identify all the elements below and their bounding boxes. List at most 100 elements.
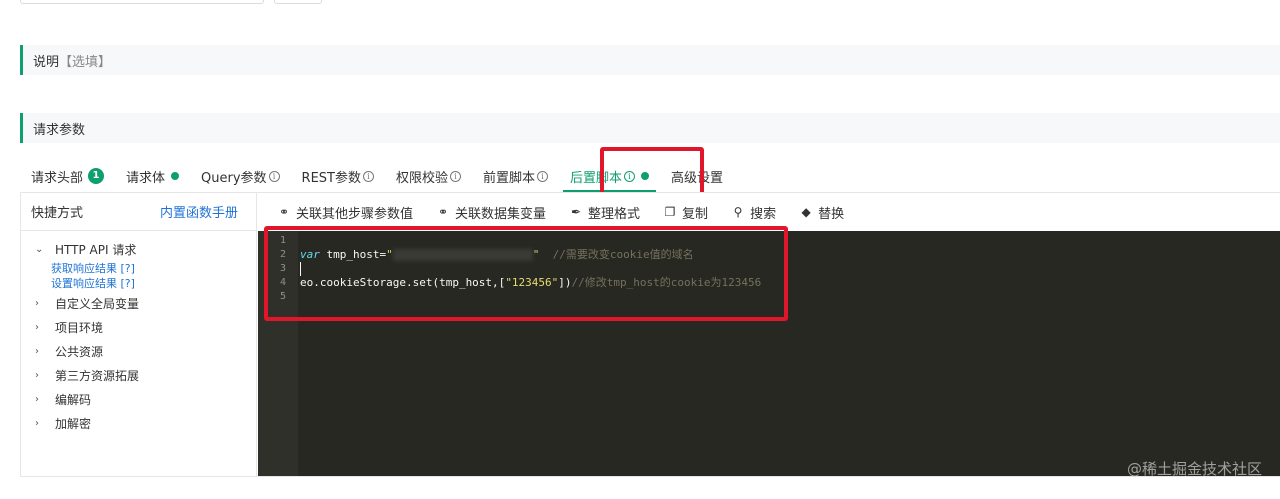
tree-item-label: 公共资源 (55, 344, 104, 359)
shortcut-sidebar: 快捷方式 内置函数手册 ⌄ HTTP API 请求 获取响应结果 [?] 设置响… (21, 193, 257, 476)
line-number: 2 (279, 249, 286, 260)
code-comment: //需要改变cookie值的域名 (539, 248, 694, 261)
section-request-params-title: 请求参数 (33, 122, 86, 138)
tab-label: 请求头部 (31, 170, 84, 186)
tree-item-http-api[interactable]: ⌄ HTTP API 请求 (21, 237, 256, 261)
top-input[interactable] (20, 0, 264, 4)
tool-label: 搜索 (750, 206, 777, 222)
keyword: var (300, 248, 320, 261)
tree-item-label: 第三方资源拓展 (55, 368, 140, 383)
string-token: " (386, 248, 393, 261)
tree-item-label: 项目环境 (55, 320, 104, 335)
text-cursor (300, 262, 301, 276)
search-icon: ⚲ (733, 205, 743, 219)
replace-button[interactable]: ◆ 替换 (798, 203, 844, 222)
param-tabs: 请求头部 1 请求体 Query参数 i REST参数 i 权限校验 i 前置脚… (20, 160, 734, 192)
link-steps-button[interactable]: ⚭ 关联其他步骤参数值 (276, 203, 413, 222)
tree-item-label: 编解码 (55, 392, 92, 407)
tab-label: 后置脚本 (570, 170, 623, 186)
top-button[interactable] (274, 0, 322, 4)
tree-item-label: 自定义全局变量 (55, 296, 140, 311)
sidebar-header: 快捷方式 内置函数手册 (21, 193, 256, 231)
shortcut-tree: ⌄ HTTP API 请求 获取响应结果 [?] 设置响应结果 [?] › 自定… (21, 231, 256, 435)
tool-label: 关联其他步骤参数值 (296, 206, 414, 222)
script-editor: ⚭ 关联其他步骤参数值 ⚭ 关联数据集变量 ✒ 整理格式 ❐ 复制 ⚲ 搜索 ◆… (258, 193, 1280, 476)
tab-request-body[interactable]: 请求体 (115, 160, 190, 192)
code-comment: //修改tmp_host的cookie为123456 (571, 276, 762, 289)
builtin-functions-link[interactable]: 内置函数手册 (160, 202, 238, 221)
tree-item-public-resources[interactable]: › 公共资源 (21, 339, 256, 363)
tree-item-label: HTTP API 请求 (55, 242, 137, 257)
search-button[interactable]: ⚲ 搜索 (730, 203, 776, 222)
tree-sub-set-response[interactable]: 设置响应结果 [?] (21, 276, 256, 291)
status-dot-icon (641, 172, 650, 180)
code-line: 3 (258, 262, 1280, 276)
tab-label: 高级设置 (671, 170, 724, 186)
code-line: 5 (258, 290, 1280, 304)
tree-item-crypto[interactable]: › 加解密 (21, 411, 256, 435)
sidebar-title: 快捷方式 (31, 206, 84, 221)
tab-label: Query参数 (201, 170, 267, 186)
brush-icon: ✒ (571, 205, 582, 219)
editor-toolbar: ⚭ 关联其他步骤参数值 ⚭ 关联数据集变量 ✒ 整理格式 ❐ 复制 ⚲ 搜索 ◆… (258, 193, 1280, 231)
code-token: eo.cookieStorage.set(tmp_host,[ (300, 276, 506, 289)
code-line: 4 eo.cookieStorage.set(tmp_host,["123456… (258, 276, 1280, 290)
tab-rest-params[interactable]: REST参数 i (291, 160, 385, 192)
script-panel: 快捷方式 内置函数手册 ⌄ HTTP API 请求 获取响应结果 [?] 设置响… (20, 192, 1280, 477)
code-area[interactable]: 1 2 var tmp_host=" " //需要改变cookie值的域名 3 4… (258, 231, 1280, 476)
tab-request-headers[interactable]: 请求头部 1 (20, 160, 115, 192)
tab-advanced[interactable]: 高级设置 (660, 160, 734, 192)
tab-post-script[interactable]: 后置脚本 i (559, 160, 660, 192)
code-line: 2 var tmp_host=" " //需要改变cookie值的域名 (258, 248, 1280, 262)
chevron-right-icon: › (35, 321, 39, 333)
tool-label: 关联数据集变量 (455, 206, 547, 222)
tab-pre-script[interactable]: 前置脚本 i (472, 160, 559, 192)
tab-query-params[interactable]: Query参数 i (190, 160, 291, 192)
line-number: 1 (279, 235, 286, 246)
status-dot-icon (171, 172, 180, 180)
tree-item-label: 加解密 (55, 416, 92, 431)
info-icon: i (268, 170, 280, 182)
chevron-right-icon: › (35, 345, 39, 357)
code-line: 1 (258, 234, 1280, 248)
tool-label: 整理格式 (588, 206, 641, 222)
copy-button[interactable]: ❐ 复制 (662, 203, 708, 222)
chevron-right-icon: › (35, 393, 39, 405)
link-icon: ⚭ (278, 205, 290, 219)
line-number: 4 (279, 277, 286, 288)
redacted-value (392, 249, 533, 261)
chevron-down-icon: ⌄ (35, 243, 44, 255)
link-icon: ⚭ (437, 205, 449, 219)
tree-item-third-party[interactable]: › 第三方资源拓展 (21, 363, 256, 387)
section-description-title: 说明 (33, 54, 60, 70)
info-icon: i (363, 170, 374, 182)
chevron-right-icon: › (35, 417, 39, 429)
tab-label: REST参数 (301, 170, 361, 186)
code-text: var tmp_host=" " //需要改变cookie值的域名 (300, 248, 694, 262)
tool-label: 复制 (682, 206, 709, 222)
watermark: @稀土掘金技术社区 (1126, 460, 1262, 478)
link-dataset-button[interactable]: ⚭ 关联数据集变量 (435, 203, 546, 222)
info-icon: i (624, 170, 636, 182)
line-number: 3 (279, 263, 286, 274)
tree-item-project-env[interactable]: › 项目环境 (21, 315, 256, 339)
count-badge: 1 (88, 168, 105, 184)
tab-auth[interactable]: 权限校验 i (385, 160, 472, 192)
cube-icon: ◆ (801, 205, 811, 219)
section-description: 说明 【选填】 (20, 45, 1280, 75)
copy-icon: ❐ (664, 205, 676, 219)
code-token: tmp_host= (319, 248, 387, 261)
string-token: "123456" (505, 276, 559, 289)
tree-sub-get-response[interactable]: 获取响应结果 [?] (21, 261, 256, 276)
tool-label: 替换 (818, 206, 845, 222)
code-text (300, 262, 301, 276)
tree-item-codec[interactable]: › 编解码 (21, 387, 256, 411)
tree-item-global-vars[interactable]: › 自定义全局变量 (21, 291, 256, 315)
chevron-right-icon: › (35, 297, 39, 309)
info-icon: i (450, 170, 462, 182)
code-token: ]) (558, 276, 572, 289)
code-text: eo.cookieStorage.set(tmp_host,["123456"]… (300, 276, 761, 290)
tab-label: 权限校验 (396, 170, 449, 186)
info-icon: i (537, 170, 549, 182)
format-button[interactable]: ✒ 整理格式 (568, 203, 640, 222)
